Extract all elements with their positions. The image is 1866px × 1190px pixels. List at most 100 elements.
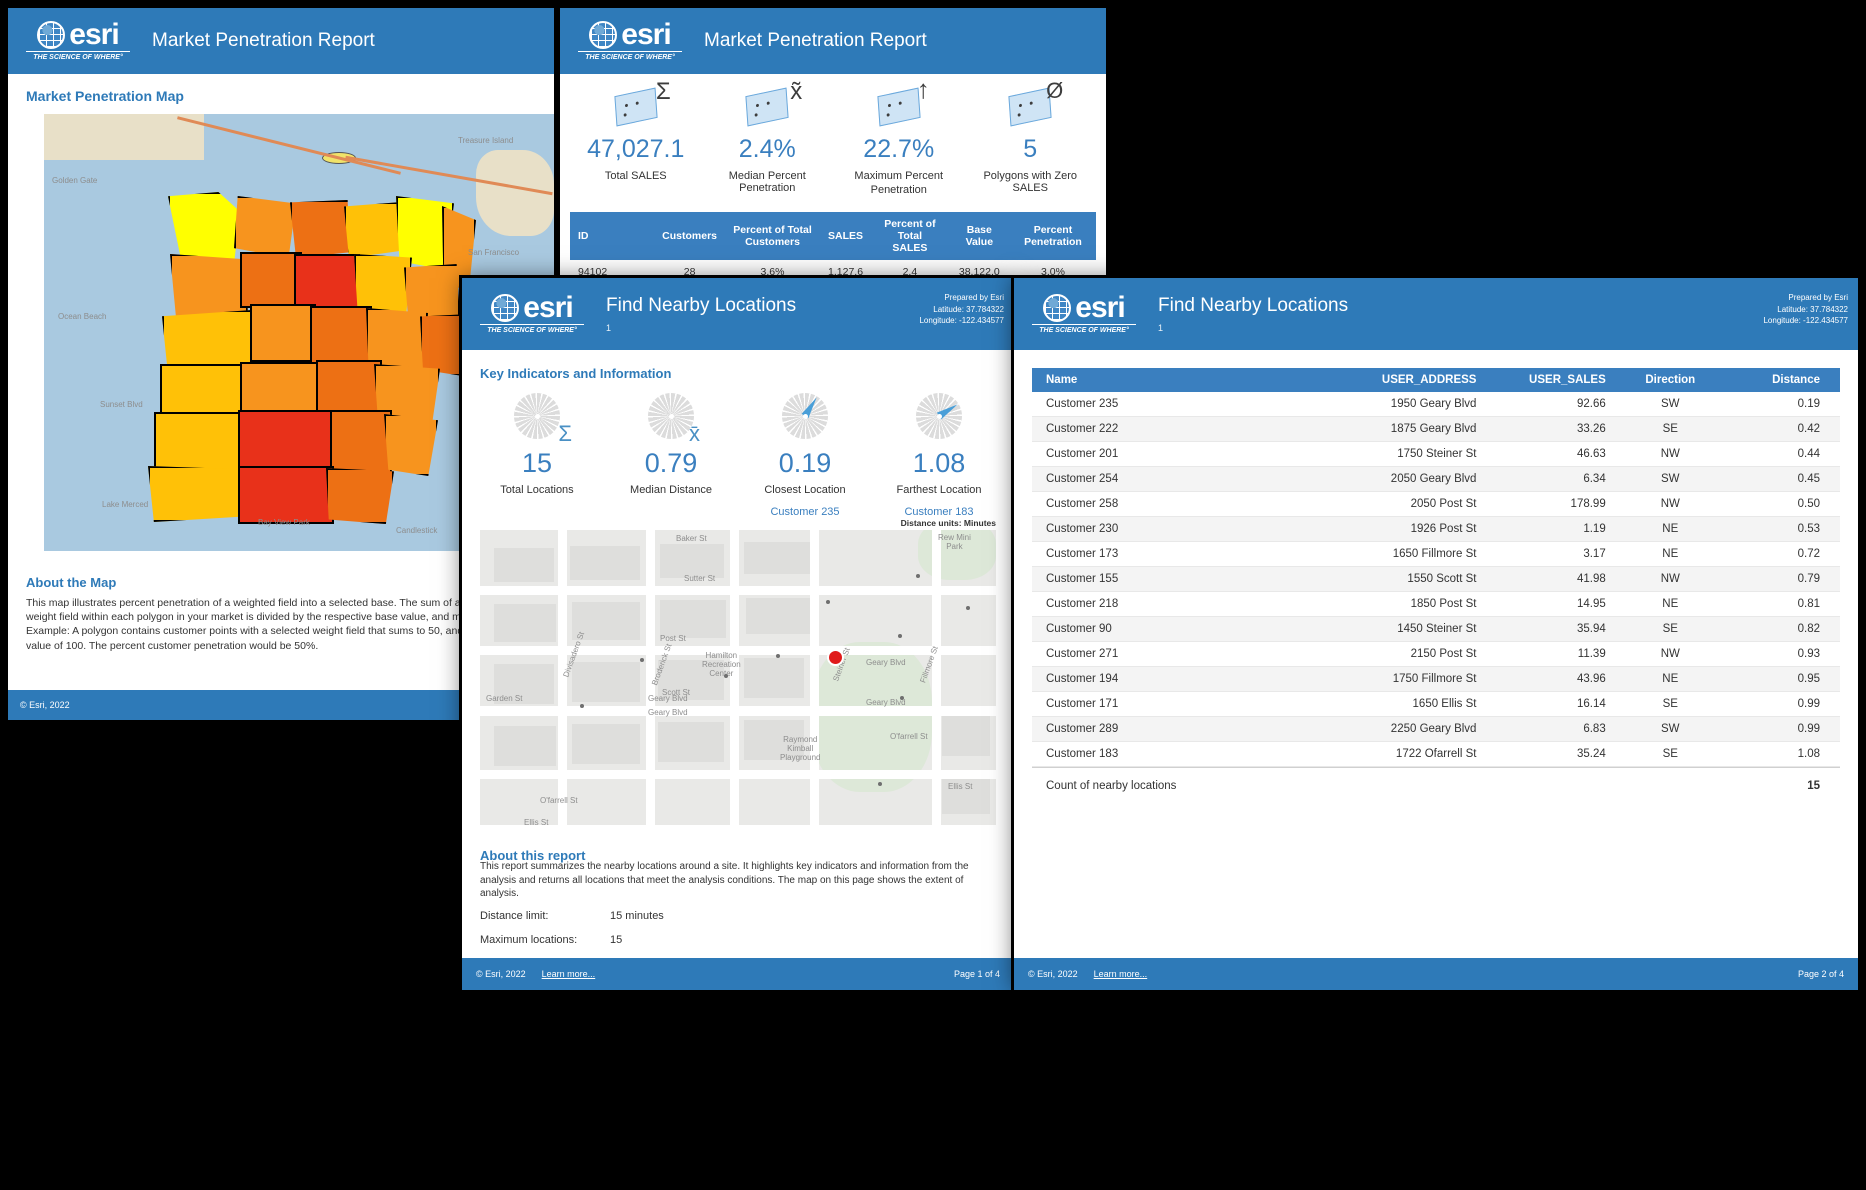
kpi-closest-location: 0.19 Closest Location Customer 235 <box>738 393 872 518</box>
cell-distance: 0.99 <box>1727 692 1840 717</box>
table-row[interactable]: Customer 901450 Steiner St35.94SE0.82 <box>1032 617 1840 642</box>
cell-user-sales: 33.26 <box>1484 417 1613 442</box>
cell-name: Customer 230 <box>1032 517 1274 542</box>
latitude: Latitude: 37.784322 <box>1763 304 1848 316</box>
cell-distance: 1.08 <box>1727 742 1840 767</box>
esri-wordmark: esri <box>69 23 118 48</box>
table-row[interactable]: Customer 1731650 Fillmore St3.17NE0.72 <box>1032 542 1840 567</box>
cell-user-sales: 41.98 <box>1484 567 1613 592</box>
cell-direction: NE <box>1614 542 1727 567</box>
cell-user-address: 2150 Post St <box>1274 642 1484 667</box>
cell-direction: SW <box>1614 717 1727 742</box>
distance-units-note: Distance units: Minutes <box>901 518 996 528</box>
cell-direction: NE <box>1614 517 1727 542</box>
globe-icon <box>491 294 519 322</box>
prepared-by: Prepared by Esri <box>1763 292 1848 304</box>
table-row[interactable]: Customer 2892250 Geary Blvd6.83SW0.99 <box>1032 717 1840 742</box>
cell-distance: 0.42 <box>1727 417 1840 442</box>
kpi-zero-sales-polygons: Ø 5 Polygons with Zero SALES <box>965 92 1097 198</box>
table-row[interactable]: Customer 1711650 Ellis St16.14SE0.99 <box>1032 692 1840 717</box>
cell-user-sales: 6.83 <box>1484 717 1613 742</box>
cell-distance: 0.99 <box>1727 717 1840 742</box>
col-pct-penetration: Percent Penetration <box>1010 212 1096 260</box>
kpi-value: 15 <box>470 448 604 479</box>
panel4-copyright: © Esri, 2022 <box>1028 969 1078 979</box>
count-label: Count of nearby locations <box>1046 780 1176 792</box>
cell-distance: 0.50 <box>1727 492 1840 517</box>
table-row[interactable]: Customer 2181850 Post St14.95NE0.81 <box>1032 592 1840 617</box>
table-row[interactable]: Customer 2011750 Steiner St46.63NW0.44 <box>1032 442 1840 467</box>
cell-user-sales: 3.17 <box>1484 542 1613 567</box>
learn-more-link[interactable]: Learn more... <box>542 969 596 979</box>
cell-name: Customer 254 <box>1032 467 1274 492</box>
cell-direction: SE <box>1614 742 1727 767</box>
cell-user-address: 1750 Fillmore St <box>1274 667 1484 692</box>
dial-median-icon: x̄ <box>648 393 694 439</box>
table-row[interactable]: Customer 2582050 Post St178.99NW0.50 <box>1032 492 1840 517</box>
cell-name: Customer 271 <box>1032 642 1274 667</box>
cell-distance: 0.95 <box>1727 667 1840 692</box>
cell-direction: NW <box>1614 642 1727 667</box>
cell-user-sales: 43.96 <box>1484 667 1613 692</box>
cell-user-sales: 46.63 <box>1484 442 1613 467</box>
kpi-total-locations: Σ 15 Total Locations <box>470 393 604 518</box>
panel3-header: esri THE SCIENCE OF WHERE° Find Nearby L… <box>462 278 1014 350</box>
panel3-title: Find Nearby Locations <box>606 295 796 317</box>
learn-more-link[interactable]: Learn more... <box>1094 969 1148 979</box>
site-marker-icon <box>827 649 844 666</box>
cell-name: Customer 90 <box>1032 617 1274 642</box>
table-row[interactable]: Customer 2301926 Post St1.19NE0.53 <box>1032 517 1840 542</box>
cell-distance: 0.44 <box>1727 442 1840 467</box>
table-row[interactable]: Customer 1831722 Ofarrell St35.24SE1.08 <box>1032 742 1840 767</box>
kpi-link-farthest[interactable]: Customer 183 <box>872 506 1006 518</box>
kpi-link-closest[interactable]: Customer 235 <box>738 506 872 518</box>
col-sales: SALES <box>820 212 871 260</box>
polygon-sum-icon: Σ <box>615 92 657 122</box>
prepared-by: Prepared by Esri <box>919 292 1004 304</box>
cell-direction: NE <box>1614 667 1727 692</box>
table-row[interactable]: Customer 1941750 Fillmore St43.96NE0.95 <box>1032 667 1840 692</box>
about-report-body: This report summarizes the nearby locati… <box>480 860 985 901</box>
kpi-label: Total Locations <box>470 484 604 496</box>
esri-tagline: THE SCIENCE OF WHERE° <box>1032 324 1136 334</box>
cell-user-address: 1950 Geary Blvd <box>1274 392 1484 417</box>
cell-user-sales: 6.34 <box>1484 467 1613 492</box>
panel4-subtitle: 1 <box>1158 323 1348 333</box>
cell-name: Customer 218 <box>1032 592 1274 617</box>
kpi-value: 22.7% <box>833 135 965 164</box>
table-row[interactable]: Customer 2712150 Post St11.39NW0.93 <box>1032 642 1840 667</box>
kpi-value: 2.4% <box>702 135 834 164</box>
table-row[interactable]: Customer 2221875 Geary Blvd33.26SE0.42 <box>1032 417 1840 442</box>
about-map-body: This map illustrates percent penetration… <box>26 596 534 653</box>
panel3-header-meta: Prepared by Esri Latitude: 37.784322 Lon… <box>919 292 1004 327</box>
cell-direction: SE <box>1614 692 1727 717</box>
cell-user-sales: 16.14 <box>1484 692 1613 717</box>
esri-wordmark: esri <box>1075 296 1124 321</box>
nearby-locations-map[interactable]: Sutter St Post St Geary Blvd Geary Blvd … <box>480 530 996 825</box>
cell-name: Customer 289 <box>1032 717 1274 742</box>
cell-direction: SE <box>1614 617 1727 642</box>
col-direction: Direction <box>1614 368 1727 392</box>
panel4-title: Find Nearby Locations <box>1158 295 1348 317</box>
count-value: 15 <box>1807 780 1820 792</box>
panel3-footer: © Esri, 2022 Learn more... Page 1 of 4 <box>462 958 1014 990</box>
kpi-value: 5 <box>965 135 1097 164</box>
dial-closest-icon <box>782 393 828 439</box>
cell-distance: 0.72 <box>1727 542 1840 567</box>
table-row[interactable]: Customer 2542050 Geary Blvd6.34SW0.45 <box>1032 467 1840 492</box>
table-row[interactable]: Customer 2351950 Geary Blvd92.66SW0.19 <box>1032 392 1840 417</box>
kpi-label: Maximum Percent Penetration <box>833 170 965 198</box>
panel1-title: Market Penetration Report <box>152 30 375 52</box>
esri-logo: esri THE SCIENCE OF WHERE° <box>480 294 584 334</box>
col-customers: Customers <box>654 212 725 260</box>
cell-name: Customer 222 <box>1032 417 1274 442</box>
cell-name: Customer 201 <box>1032 442 1274 467</box>
longitude: Longitude: -122.434577 <box>919 315 1004 327</box>
table-row[interactable]: Customer 1551550 Scott St41.98NW0.79 <box>1032 567 1840 592</box>
globe-icon <box>37 21 65 49</box>
cell-name: Customer 173 <box>1032 542 1274 567</box>
dial-sum-icon: Σ <box>514 393 560 439</box>
cell-name: Customer 258 <box>1032 492 1274 517</box>
panel4-page-number: Page 2 of 4 <box>1798 969 1844 979</box>
screenshot-root: esri THE SCIENCE OF WHERE° Market Penetr… <box>0 0 1866 1190</box>
